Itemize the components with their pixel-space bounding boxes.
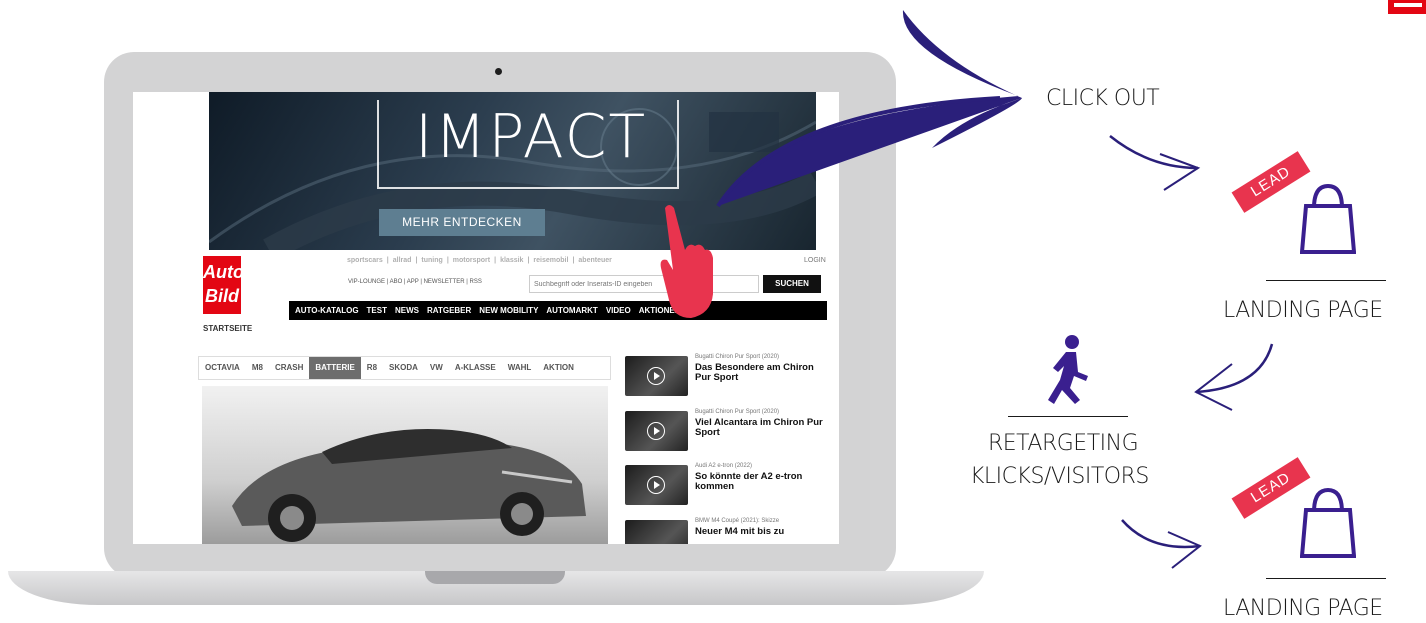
landing-page-label: LANDING PAGE (1223, 298, 1383, 323)
landing-page-label: LANDING PAGE (1223, 596, 1383, 621)
click-out-label: CLICK OUT (1046, 86, 1160, 111)
shopping-bag-icon (1300, 183, 1356, 254)
divider (1008, 416, 1128, 417)
arrow-icon (1167, 531, 1202, 569)
arrow-icon (718, 10, 1022, 206)
shopping-bag-icon (1300, 487, 1356, 558)
arrow-icon (1195, 343, 1274, 394)
divider (1266, 578, 1386, 579)
visitors-label: KLICKS/VISITORS (970, 464, 1149, 489)
arrow-icon (1159, 153, 1201, 191)
running-person-icon (1048, 335, 1088, 404)
retargeting-label: RETARGETING (988, 431, 1139, 456)
divider (1266, 280, 1386, 281)
flow-arrows (716, 10, 1274, 569)
arrow-icon (1121, 519, 1201, 549)
